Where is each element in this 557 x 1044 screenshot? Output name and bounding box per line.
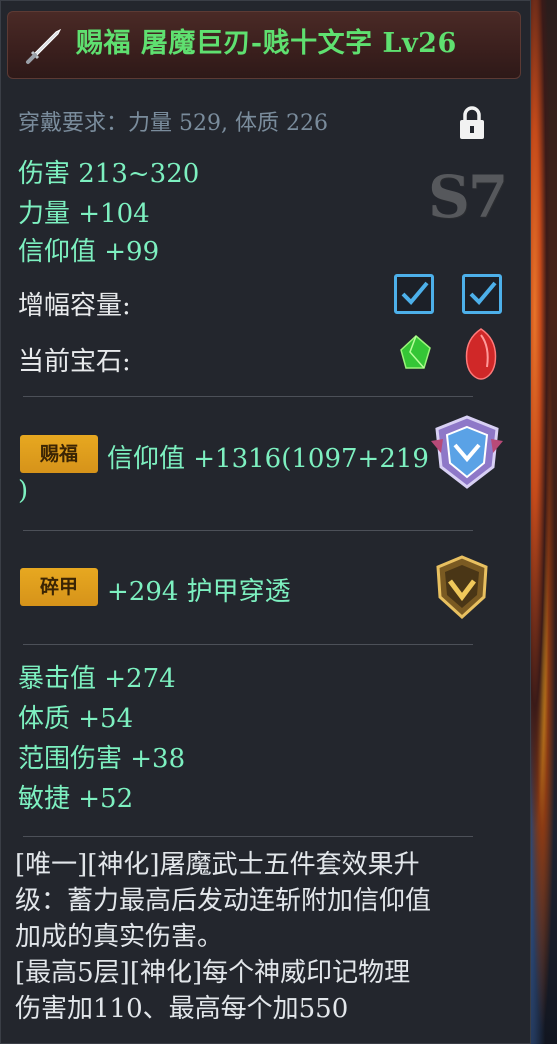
stat-crit: 暴击值 +274: [18, 664, 176, 694]
blessing-badge: 赐福: [20, 435, 98, 473]
item-title: 赐福 屠魔巨刃-贱十文字 Lv26: [76, 28, 457, 59]
check-icon: [401, 281, 429, 305]
description-line: [最高5层][神化]每个神威印记物理: [15, 958, 411, 988]
check-icon: [469, 281, 497, 305]
stat-area-damage: 范围伤害 +38: [18, 744, 186, 774]
stat-constitution: 体质 +54: [18, 704, 134, 734]
amplify-checkbox-2[interactable]: [462, 274, 502, 314]
description-line: 加成的真实伤害。: [15, 922, 224, 952]
item-tooltip: 赐福 屠魔巨刃-贱十文字 Lv26 穿戴要求：力量 529, 体质 226 S7…: [0, 0, 531, 1044]
amplify-checkbox-1[interactable]: [394, 274, 434, 314]
armor-break-badge: 碎甲: [20, 568, 98, 606]
divider: [23, 644, 473, 645]
armor-break-shield-icon: [436, 555, 488, 619]
item-grade: S7: [428, 163, 508, 231]
sword-icon: [26, 28, 62, 64]
amplify-capacity-label: 增幅容量:: [18, 291, 131, 321]
stat-faith: 信仰值 +99: [18, 237, 160, 267]
lock-icon[interactable]: [457, 105, 487, 141]
wear-requirement: 穿戴要求：力量 529, 体质 226: [18, 111, 328, 136]
description-line: 伤害加110、最高每个加550: [15, 994, 349, 1024]
blessing-shield-icon: [431, 415, 503, 489]
description-line: 级：蓄力最高后发动连斩附加信仰值: [15, 886, 432, 916]
divider: [23, 836, 473, 837]
title-bar: 赐福 屠魔巨刃-贱十文字 Lv26: [7, 11, 521, 79]
green-gem-icon[interactable]: [398, 334, 434, 372]
stat-strength: 力量 +104: [18, 199, 150, 229]
set-effect-description: [唯一][神化]屠魔武士五件套效果升 级：蓄力最高后发动连斩附加信仰值 加成的真…: [15, 847, 515, 1027]
blessing-text: 信仰值 +1316(1097+219: [107, 444, 429, 474]
red-gem-icon[interactable]: [463, 327, 499, 381]
armor-break-text: +294 护甲穿透: [107, 577, 291, 607]
stat-damage: 伤害 213~320: [18, 159, 200, 189]
current-gem-label: 当前宝石:: [18, 347, 131, 377]
stat-agility: 敏捷 +52: [18, 784, 134, 814]
divider: [23, 530, 473, 531]
divider: [23, 396, 473, 397]
description-line: [唯一][神化]屠魔武士五件套效果升: [15, 850, 420, 880]
blessing-text-cont: ): [18, 476, 29, 506]
